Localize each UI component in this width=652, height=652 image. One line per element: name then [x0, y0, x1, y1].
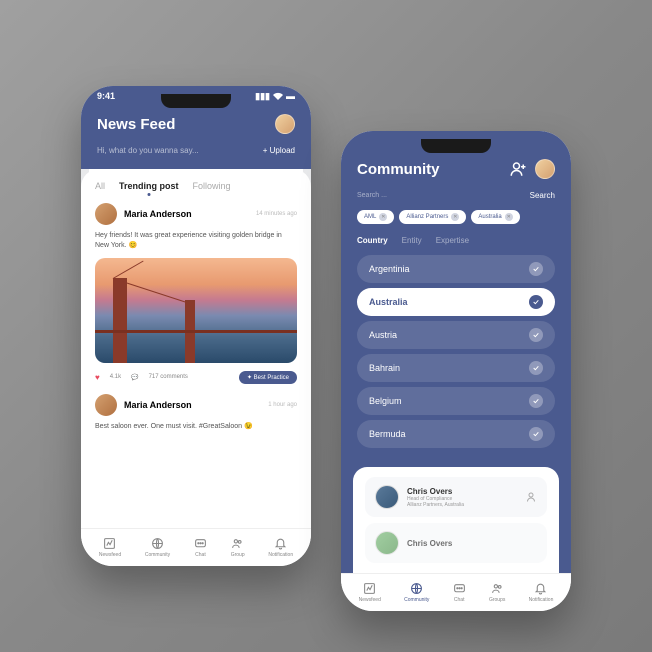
- bell-icon: [274, 537, 287, 550]
- profile-avatar[interactable]: [275, 114, 295, 134]
- profile-avatar[interactable]: [535, 159, 555, 179]
- group-icon: [491, 582, 504, 595]
- post-text: Best saloon ever. One must visit. #Great…: [95, 422, 297, 432]
- feed-tabs: All Trending post Following: [95, 181, 297, 191]
- filter-chips: AML✕ Allianz Partners✕ Australia✕: [357, 210, 555, 224]
- person-card[interactable]: Chris Overs: [365, 523, 547, 563]
- close-icon[interactable]: ✕: [505, 213, 513, 221]
- page-title: Community: [357, 161, 440, 178]
- post-card: Maria Anderson 1 hour ago Best saloon ev…: [95, 394, 297, 432]
- chat-icon: [453, 582, 466, 595]
- country-item-bermuda[interactable]: Bermuda: [357, 420, 555, 448]
- close-icon[interactable]: ✕: [451, 213, 459, 221]
- nav-community[interactable]: Community: [145, 537, 170, 558]
- search-button[interactable]: Search: [530, 191, 555, 200]
- nav-group[interactable]: Group: [231, 537, 245, 558]
- check-icon: [529, 295, 543, 309]
- like-count: 4.1k: [110, 374, 121, 380]
- tab-following[interactable]: Following: [193, 181, 231, 191]
- nav-newsfeed[interactable]: Newsfeed: [359, 582, 381, 603]
- header: Community Search ... Search AML✕ Allianz…: [341, 151, 571, 573]
- nav-newsfeed[interactable]: Newsfeed: [99, 537, 121, 558]
- check-icon: [529, 427, 543, 441]
- compose-input[interactable]: Hi, what do you wanna say...: [97, 146, 199, 155]
- newsfeed-icon: [363, 582, 376, 595]
- person-org: Allianz Partners, Australia: [407, 502, 517, 508]
- country-item-bahrain[interactable]: Bahrain: [357, 354, 555, 382]
- post-author-avatar[interactable]: [95, 394, 117, 416]
- header: News Feed Hi, what do you wanna say... +…: [81, 106, 311, 169]
- post-image[interactable]: [95, 258, 297, 363]
- chip-australia[interactable]: Australia✕: [471, 210, 519, 224]
- check-icon: [529, 262, 543, 276]
- post-timestamp: 1 hour ago: [268, 402, 297, 408]
- tab-all[interactable]: All: [95, 181, 105, 191]
- person-avatar: [375, 531, 399, 555]
- check-icon: [529, 361, 543, 375]
- status-icons: ▮▮▮ ▬: [255, 91, 295, 102]
- check-icon: [529, 394, 543, 408]
- country-item-austria[interactable]: Austria: [357, 321, 555, 349]
- status-time: 9:41: [97, 91, 115, 101]
- upload-button[interactable]: + Upload: [263, 146, 295, 155]
- chat-icon: [194, 537, 207, 550]
- post-card: Maria Anderson 14 minutes ago Hey friend…: [95, 203, 297, 384]
- search-input[interactable]: Search ...: [357, 192, 387, 199]
- tab-trending[interactable]: Trending post: [119, 181, 179, 191]
- person-avatar: [375, 485, 399, 509]
- person-card[interactable]: Chris Overs Head of Compliance Allianz P…: [365, 477, 547, 517]
- page-title: News Feed: [97, 116, 175, 133]
- post-author-name[interactable]: Maria Anderson: [124, 209, 249, 219]
- nav-notification[interactable]: Notification: [268, 537, 293, 558]
- check-icon: [529, 328, 543, 342]
- battery-icon: ▬: [286, 91, 295, 101]
- notch: [421, 139, 491, 153]
- notch: [161, 94, 231, 108]
- person-name: Chris Overs: [407, 487, 517, 496]
- add-user-icon[interactable]: [509, 160, 527, 178]
- best-practice-badge[interactable]: ✦ Best Practice: [239, 371, 297, 384]
- signal-icon: ▮▮▮: [255, 91, 270, 102]
- nav-notification[interactable]: Notification: [529, 582, 554, 603]
- tab-entity[interactable]: Entity: [402, 236, 422, 245]
- post-timestamp: 14 minutes ago: [256, 211, 297, 217]
- nav-groups[interactable]: Groups: [489, 582, 505, 603]
- filter-tabs: Country Entity Expertise: [357, 236, 555, 245]
- bottom-nav: Newsfeed Community Chat Group Notificati…: [81, 528, 311, 566]
- globe-icon: [410, 582, 423, 595]
- group-icon: [231, 537, 244, 550]
- nav-community[interactable]: Community: [404, 582, 429, 603]
- chip-aml[interactable]: AML✕: [357, 210, 394, 224]
- like-icon[interactable]: ♥: [95, 373, 100, 382]
- post-author-name[interactable]: Maria Anderson: [124, 400, 261, 410]
- post-actions: ♥ 4.1k 💬 717 comments ✦ Best Practice: [95, 371, 297, 384]
- bell-icon: [534, 582, 547, 595]
- country-list[interactable]: Argentinia Australia Austria Bahrain Bel…: [357, 255, 555, 467]
- phone-left: 9:41 ▮▮▮ ▬ News Feed Hi, what do you wan…: [81, 86, 311, 566]
- country-item-belgium[interactable]: Belgium: [357, 387, 555, 415]
- comment-icon[interactable]: 💬: [131, 374, 138, 381]
- star-icon: ✦: [247, 375, 254, 381]
- result-list: Chris Overs Head of Compliance Allianz P…: [353, 467, 559, 573]
- tab-expertise[interactable]: Expertise: [436, 236, 469, 245]
- tab-country[interactable]: Country: [357, 236, 388, 245]
- country-item-argentinia[interactable]: Argentinia: [357, 255, 555, 283]
- bottom-nav: Newsfeed Community Chat Groups Notificat…: [341, 573, 571, 611]
- country-item-australia[interactable]: Australia: [357, 288, 555, 316]
- close-icon[interactable]: ✕: [379, 213, 387, 221]
- nav-chat[interactable]: Chat: [194, 537, 207, 558]
- newsfeed-icon: [103, 537, 116, 550]
- chip-allianz[interactable]: Allianz Partners✕: [399, 210, 466, 224]
- feed-container: All Trending post Following Maria Anders…: [81, 169, 311, 528]
- globe-icon: [151, 537, 164, 550]
- comment-count[interactable]: 717 comments: [149, 374, 188, 380]
- post-text: Hey friends! It was great experience vis…: [95, 231, 297, 251]
- phone-right: Community Search ... Search AML✕ Allianz…: [341, 131, 571, 611]
- wifi-icon: [273, 92, 283, 100]
- post-author-avatar[interactable]: [95, 203, 117, 225]
- person-name: Chris Overs: [407, 539, 537, 548]
- nav-chat[interactable]: Chat: [453, 582, 466, 603]
- profile-icon[interactable]: [525, 491, 537, 503]
